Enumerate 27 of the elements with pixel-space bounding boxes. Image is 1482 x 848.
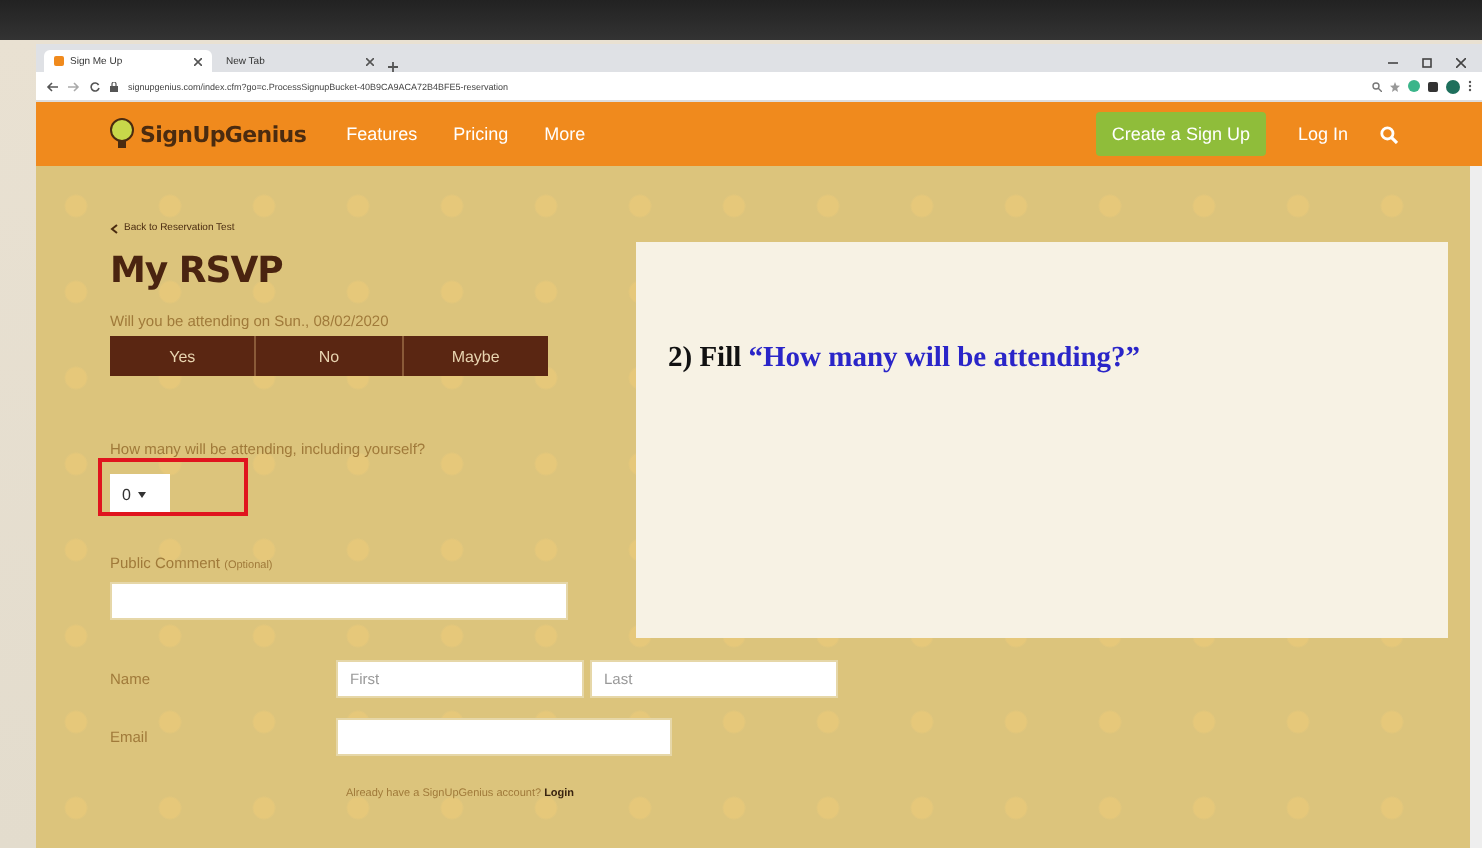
page-icon: [54, 56, 64, 66]
maximize-icon[interactable]: [1422, 58, 1432, 68]
star-icon[interactable]: [1390, 81, 1400, 91]
logo-text[interactable]: SignUpGenius: [140, 121, 307, 147]
page-title: My RSVP: [110, 250, 285, 292]
comment-field[interactable]: [110, 582, 568, 620]
lock-icon: [110, 81, 118, 91]
close-icon[interactable]: [194, 57, 202, 65]
chevron-left-icon[interactable]: [110, 223, 118, 233]
rsvp-option[interactable]: Maybe: [403, 336, 548, 376]
back-arrow-icon[interactable]: [46, 81, 58, 91]
minimize-icon[interactable]: [1388, 58, 1398, 68]
caret-icon: [138, 491, 147, 497]
close-icon[interactable]: [366, 57, 374, 65]
new-tab-icon[interactable]: [388, 62, 398, 72]
attendee-count-select[interactable]: 0: [110, 474, 170, 514]
zoom-icon[interactable]: [1372, 81, 1382, 91]
email-field[interactable]: [336, 718, 672, 756]
rsvp-option[interactable]: No: [256, 336, 404, 376]
close-icon[interactable]: [1456, 58, 1466, 68]
lightbulb-logo-icon: [108, 118, 136, 150]
scrollbar[interactable]: [1470, 166, 1482, 848]
reload-icon[interactable]: [90, 81, 100, 91]
instruction-quote: “How many will be attending?”: [748, 342, 1141, 376]
step-label: 2) Fill: [668, 342, 744, 376]
avatar-icon[interactable]: [1446, 79, 1460, 93]
rsvp-option[interactable]: Yes: [110, 336, 257, 376]
